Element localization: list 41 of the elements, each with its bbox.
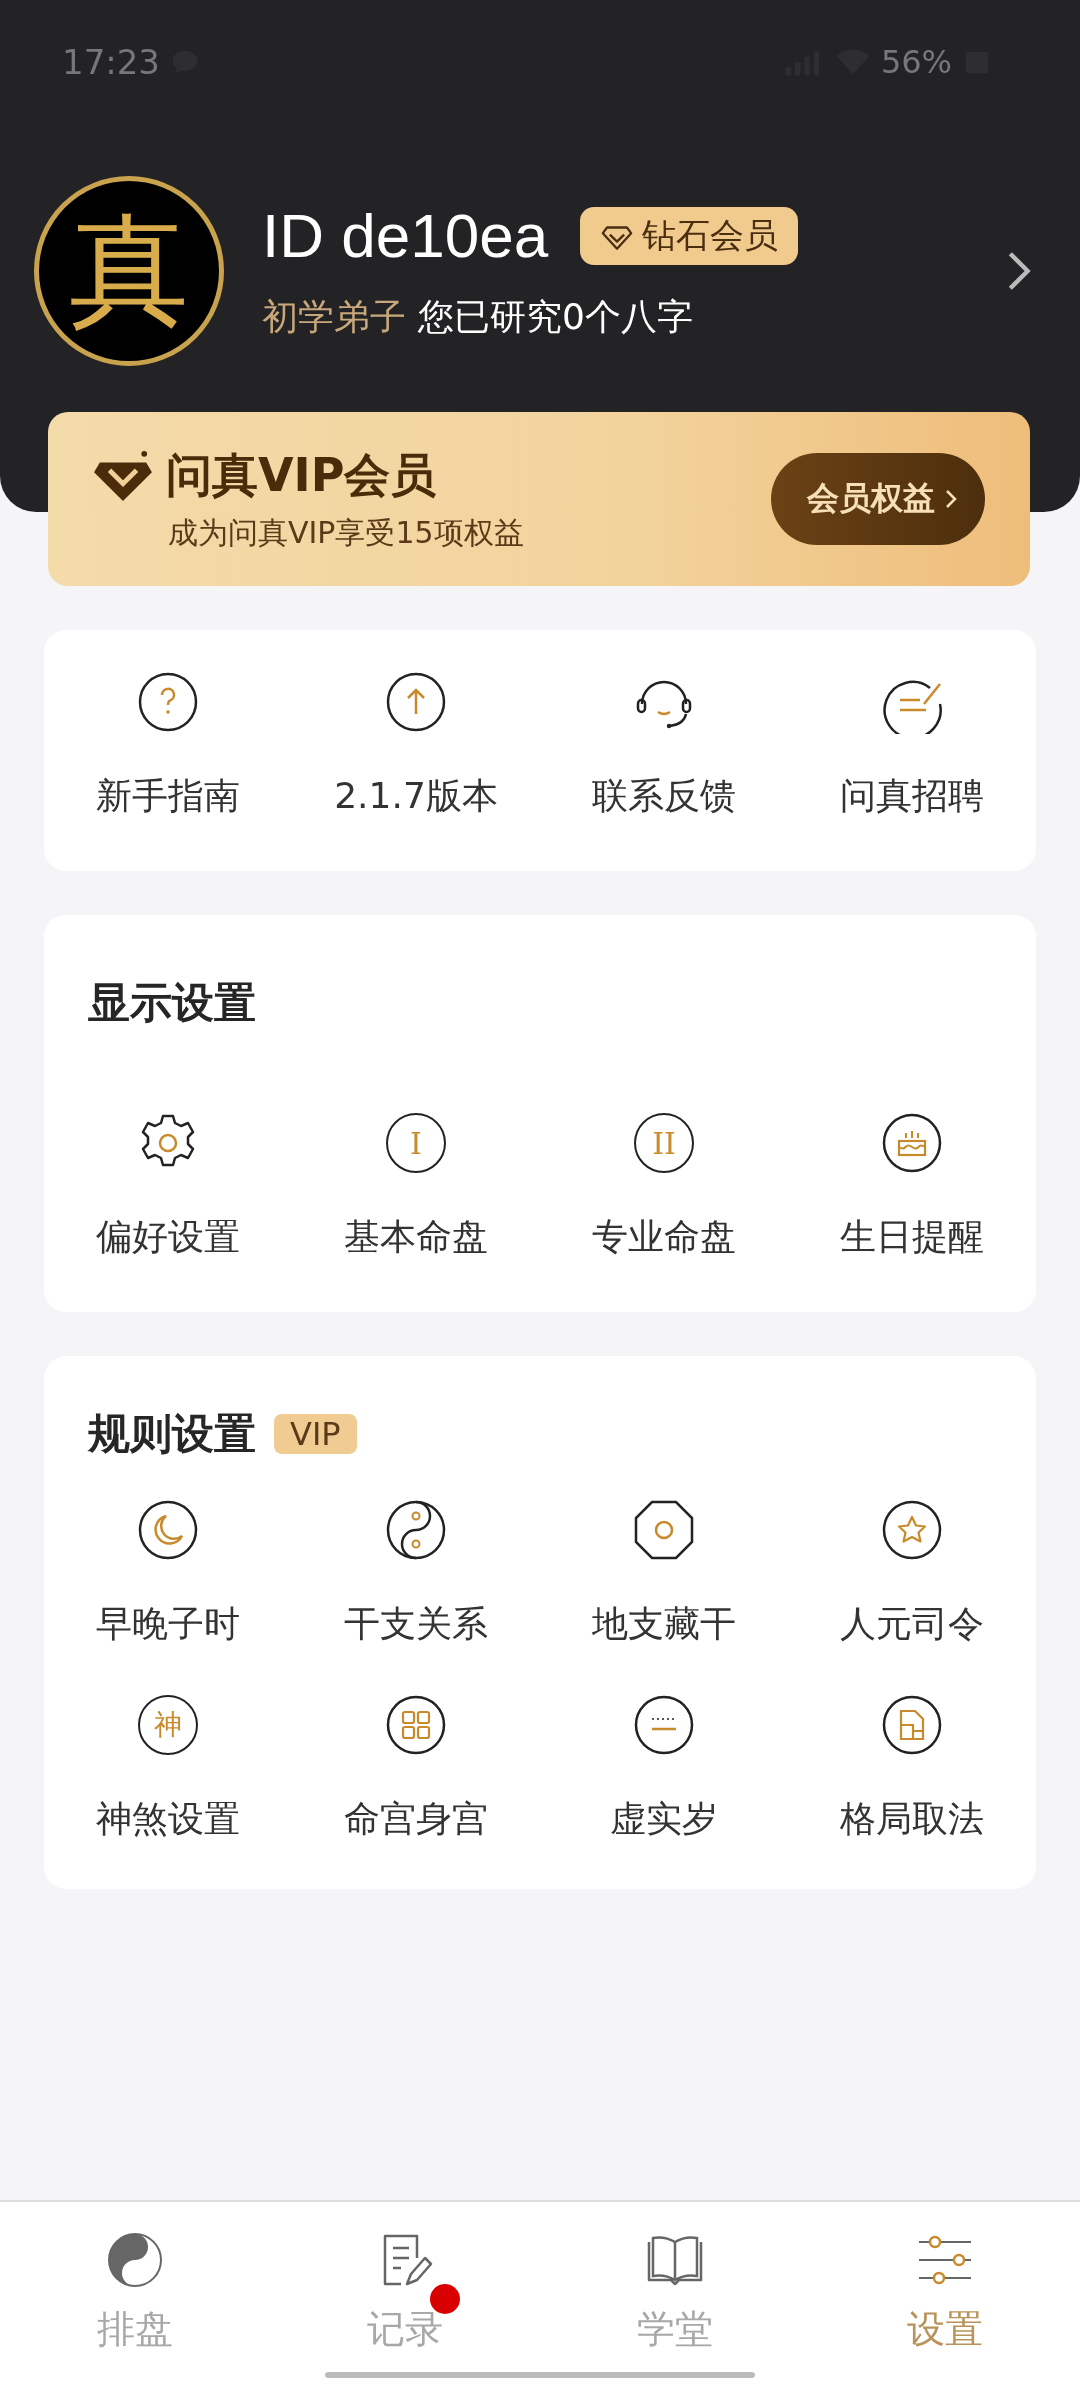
question-icon[interactable] [136, 670, 200, 734]
section-title: 显示设置 [88, 977, 256, 1029]
grid-icon[interactable] [384, 1693, 448, 1757]
research-summary: 您已研究0个八字 [418, 295, 693, 339]
vip-subtitle: 成为问真VIP享受15项权益 [168, 513, 525, 552]
setting-label[interactable]: 格局取法 [840, 1795, 984, 1844]
moon-icon[interactable] [136, 1498, 200, 1562]
dash-icon[interactable] [632, 1693, 696, 1757]
link-label[interactable]: 2.1.7版本 [334, 772, 498, 821]
cake-icon[interactable] [880, 1111, 944, 1175]
setting-label[interactable]: 命宫身宫 [344, 1795, 488, 1844]
vip-banner[interactable]: 问真VIP会员 成为问真VIP享受15项权益 会员权益 [48, 412, 1030, 586]
setting-label[interactable]: 早晚子时 [96, 1600, 240, 1649]
badge-label: 钻石会员 [642, 213, 779, 257]
avatar-logo[interactable]: 真 [34, 176, 224, 366]
link-label[interactable]: 问真招聘 [840, 772, 984, 821]
battery-level: 56% [880, 43, 952, 81]
setting-label[interactable]: 人元司令 [840, 1600, 984, 1649]
benefits-button[interactable]: 会员权益 [771, 453, 985, 545]
octagon-icon[interactable] [632, 1498, 696, 1562]
setting-label[interactable]: 偏好设置 [96, 1213, 240, 1262]
setting-label[interactable]: 专业命盘 [592, 1213, 736, 1262]
diamond-icon [92, 448, 154, 503]
link-label[interactable]: 联系反馈 [592, 772, 736, 821]
setting-label[interactable]: 神煞设置 [96, 1795, 240, 1844]
rank-label: 初学弟子 [262, 295, 406, 339]
chevron-right-icon [945, 488, 957, 510]
status-time: 17:23 [62, 42, 160, 82]
setting-label[interactable]: 虚实岁 [610, 1795, 718, 1844]
setting-label[interactable]: 地支藏干 [592, 1600, 736, 1649]
link-label[interactable]: 新手指南 [96, 772, 240, 821]
setting-label[interactable]: 生日提醒 [840, 1213, 984, 1262]
document-icon[interactable] [880, 1693, 944, 1757]
setting-label[interactable]: 基本命盘 [344, 1213, 488, 1262]
section-title: 规则设置 [88, 1408, 256, 1460]
vip-title: 问真VIP会员 [166, 446, 437, 504]
user-id: ID de10ea [262, 200, 549, 271]
setting-label[interactable]: 干支关系 [344, 1600, 488, 1649]
vip-tag: VIP [274, 1414, 357, 1454]
arrow-up-icon[interactable] [384, 670, 448, 734]
yin-yang-icon[interactable] [384, 1498, 448, 1562]
